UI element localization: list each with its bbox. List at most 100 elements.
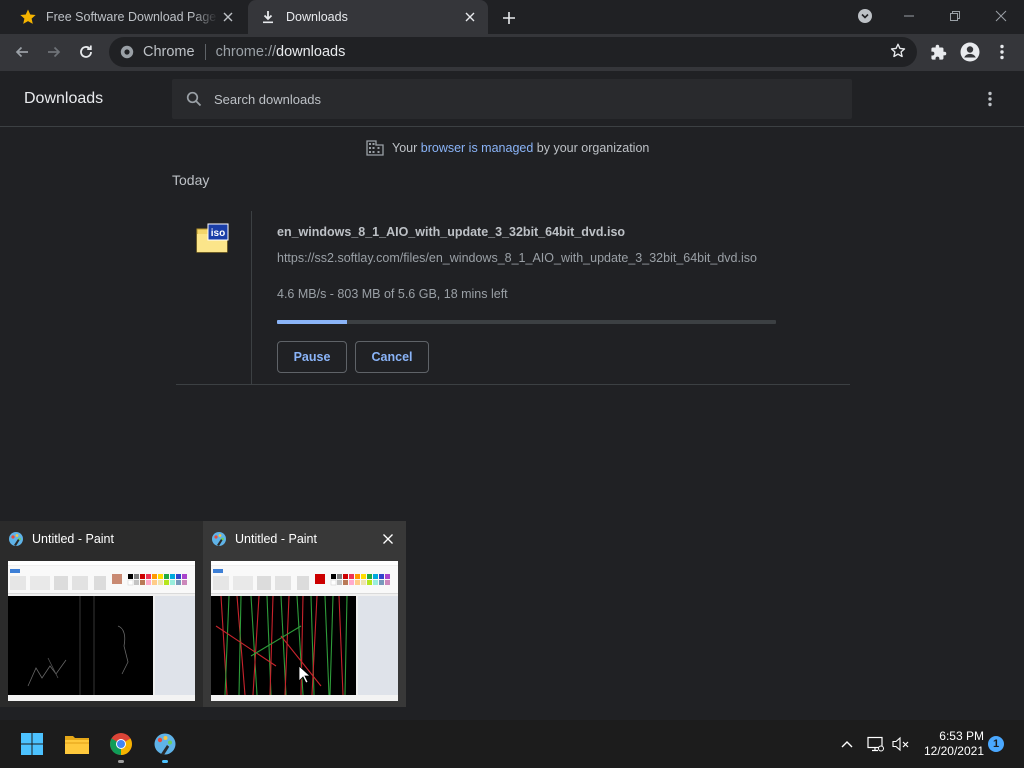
paint-ribbon bbox=[8, 566, 195, 594]
managed-notice: Your browser is managed by your organiza… bbox=[366, 140, 649, 156]
building-icon bbox=[366, 140, 384, 156]
close-icon bbox=[995, 10, 1007, 22]
paint-canvas bbox=[211, 596, 356, 695]
reload-icon bbox=[80, 45, 92, 58]
managed-text-prefix: Your bbox=[392, 141, 418, 155]
paint-icon bbox=[154, 733, 176, 755]
file-explorer-button[interactable] bbox=[61, 728, 93, 760]
extensions-button[interactable] bbox=[925, 39, 951, 65]
notification-count: 1 bbox=[992, 738, 1000, 750]
volume-muted-icon bbox=[892, 736, 909, 752]
file-explorer-icon bbox=[65, 736, 89, 754]
site-chip: Chrome bbox=[143, 44, 195, 60]
profile-button[interactable] bbox=[957, 39, 983, 65]
download-icon bbox=[258, 7, 278, 27]
taskbar-preview-flyout: Untitled - Paint Untitled - Paint bbox=[0, 521, 406, 707]
notification-badge[interactable]: 1 bbox=[988, 736, 1004, 752]
chrome-taskbar-button[interactable] bbox=[105, 728, 137, 763]
reload-button[interactable] bbox=[73, 39, 99, 65]
iso-file-icon: iso bbox=[196, 223, 230, 253]
paint-icon bbox=[211, 531, 227, 547]
paint-ribbon bbox=[211, 566, 398, 594]
avatar-icon bbox=[960, 42, 980, 62]
download-file-name[interactable]: en_windows_8_1_AIO_with_update_3_32bit_6… bbox=[277, 225, 625, 239]
download-status: 4.6 MB/s - 803 MB of 5.6 GB, 18 mins lef… bbox=[277, 287, 508, 301]
back-button[interactable] bbox=[9, 39, 35, 65]
new-tab-button[interactable] bbox=[498, 7, 520, 29]
forward-button[interactable] bbox=[41, 39, 67, 65]
browser-toolbar: Chrome chrome://downloads bbox=[0, 34, 1024, 71]
paint-canvas bbox=[8, 596, 153, 695]
chrome-menu-button[interactable] bbox=[989, 39, 1015, 65]
star-icon bbox=[18, 7, 38, 27]
paint-taskbar-button[interactable] bbox=[149, 728, 181, 763]
chevron-up-icon bbox=[841, 741, 853, 748]
page-title: Downloads bbox=[24, 90, 104, 107]
kebab-menu-icon bbox=[1000, 44, 1004, 60]
window-preview-header: Untitled - Paint bbox=[211, 531, 317, 547]
volume-button[interactable] bbox=[889, 732, 913, 756]
downloads-more-actions-button[interactable] bbox=[978, 87, 1002, 111]
restore-button[interactable] bbox=[943, 4, 967, 28]
paint-icon bbox=[8, 531, 24, 547]
tab-free-software-download[interactable]: Free Software Download Page - S bbox=[8, 0, 246, 34]
minimize-icon bbox=[904, 15, 914, 17]
running-indicator bbox=[162, 760, 168, 763]
window-preview[interactable]: Untitled - Paint bbox=[203, 521, 406, 707]
close-window-button[interactable] bbox=[989, 4, 1013, 28]
show-hidden-icons-button[interactable] bbox=[835, 732, 859, 756]
minimize-button[interactable] bbox=[897, 4, 921, 28]
date-section-header: Today bbox=[172, 172, 210, 188]
system-clock[interactable]: 6:53 PM 12/20/2021 bbox=[918, 729, 984, 759]
managed-link[interactable]: browser is managed bbox=[421, 141, 534, 155]
arrow-left-icon bbox=[15, 46, 28, 58]
svg-text:iso: iso bbox=[211, 228, 225, 239]
divider bbox=[204, 44, 206, 60]
search-input[interactable] bbox=[214, 91, 814, 107]
start-button[interactable] bbox=[16, 728, 48, 760]
search-downloads-box[interactable] bbox=[172, 79, 852, 119]
tab-downloads[interactable]: Downloads bbox=[248, 0, 488, 34]
kebab-menu-icon bbox=[988, 91, 992, 107]
tab-title: Free Software Download Page - S bbox=[46, 10, 218, 24]
windows-start-icon bbox=[21, 733, 43, 755]
arrow-right-icon bbox=[48, 46, 61, 58]
url-scheme: chrome:// bbox=[215, 44, 277, 60]
clock-date: 12/20/2021 bbox=[923, 744, 984, 758]
url-host: downloads bbox=[276, 44, 346, 60]
running-indicator bbox=[118, 760, 124, 763]
tab-close-icon[interactable] bbox=[218, 7, 238, 27]
address-bar[interactable]: Chrome chrome://downloads bbox=[109, 37, 917, 67]
network-button[interactable] bbox=[863, 732, 887, 756]
restore-icon bbox=[950, 11, 960, 21]
download-icon-column: iso bbox=[176, 211, 252, 385]
clock-time: 6:53 PM bbox=[939, 729, 984, 743]
chrome-icon bbox=[110, 733, 132, 755]
window-preview-header: Untitled - Paint bbox=[8, 531, 114, 547]
bookmark-star-icon[interactable] bbox=[889, 42, 907, 60]
downloads-header: Downloads bbox=[0, 71, 1024, 127]
window-preview-title: Untitled - Paint bbox=[32, 532, 114, 546]
tab-search-button[interactable] bbox=[853, 4, 877, 28]
window-preview-title: Untitled - Paint bbox=[235, 532, 317, 546]
download-progress-bar bbox=[277, 320, 776, 324]
download-source-url[interactable]: https://ss2.softlay.com/files/en_windows… bbox=[277, 251, 777, 265]
cancel-button[interactable]: Cancel bbox=[355, 341, 429, 373]
download-item: iso en_windows_8_1_AIO_with_update_3_32b… bbox=[176, 211, 850, 385]
plus-icon bbox=[503, 12, 515, 24]
managed-text-suffix: by your organization bbox=[536, 141, 650, 155]
windows-taskbar: 6:53 PM 12/20/2021 1 bbox=[0, 720, 1024, 768]
network-icon bbox=[867, 736, 884, 752]
puzzle-icon bbox=[930, 44, 946, 60]
tab-strip: Free Software Download Page - S Download… bbox=[0, 0, 1024, 34]
tab-close-icon[interactable] bbox=[460, 7, 480, 27]
window-preview[interactable]: Untitled - Paint bbox=[0, 521, 203, 707]
window-preview-image bbox=[211, 561, 398, 701]
pause-button[interactable]: Pause bbox=[277, 341, 347, 373]
download-progress-fill bbox=[277, 320, 347, 324]
search-icon bbox=[186, 91, 202, 107]
tab-title: Downloads bbox=[286, 10, 348, 24]
chevron-down-icon bbox=[858, 9, 872, 23]
close-preview-icon[interactable] bbox=[380, 531, 396, 547]
window-preview-image bbox=[8, 561, 195, 701]
